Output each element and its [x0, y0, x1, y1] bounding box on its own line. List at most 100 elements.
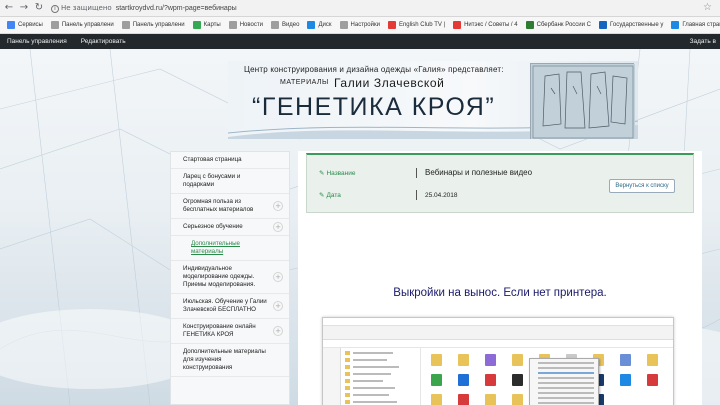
sidebar-item-label: Стартовая страница	[183, 156, 242, 163]
back-to-list-button[interactable]: Вернуться к списку	[609, 179, 675, 193]
bookmark-label: Диск	[318, 22, 332, 28]
screenshot-titlebar	[323, 318, 673, 326]
main-content: ✎ Название Вебинары и полезные видео ✎ Дат…	[298, 151, 702, 405]
sidebar-item[interactable]: Дополнительные материалы	[171, 236, 289, 261]
info-box: ✎ Название Вебинары и полезные видео ✎ Дат…	[306, 153, 694, 213]
forward-arrow-icon[interactable]: →	[18, 2, 30, 14]
star-icon[interactable]: ☆	[703, 2, 712, 13]
plus-icon[interactable]: +	[273, 272, 283, 282]
bookmark-item[interactable]: Панель управлени	[118, 17, 189, 33]
bookmark-item[interactable]: Карты	[189, 17, 225, 33]
sidebar-item[interactable]: Ларец с бонусами и подарками	[171, 169, 289, 194]
bookmark-favicon-icon	[525, 21, 534, 29]
url-text[interactable]: startkroydvd.ru/?wpm-page=вебинары	[116, 5, 237, 12]
bookmark-item[interactable]: Сервисы	[3, 17, 47, 33]
folder-icon	[345, 385, 350, 390]
sidebar-item[interactable]: Июльская. Обучение у Галии Злачевской БЕ…	[171, 294, 289, 319]
address-bar: ← → ↻ i Не защищено startkroydvd.ru/?wpm-…	[0, 0, 720, 17]
file-icon	[485, 354, 496, 366]
banner-materials-label: МАТЕРИАЛЫ	[280, 79, 329, 86]
file-icon	[512, 394, 523, 405]
bookmark-favicon-icon	[228, 21, 237, 29]
banner-title: “ГЕНЕТИКА КРОЯ”	[252, 93, 496, 121]
sidebar-item-label: Индивидуальное моделирование одежды. При…	[183, 265, 256, 288]
pencil-icon: ✎	[319, 191, 325, 199]
folder-icon	[345, 350, 350, 355]
bookmark-favicon-icon	[121, 21, 130, 29]
bookmark-item[interactable]: Настройки	[336, 17, 384, 33]
admin-dashboard-link[interactable]: Панель управления	[0, 38, 74, 45]
reload-icon[interactable]: ↻	[33, 2, 45, 14]
bookmark-item[interactable]: Государственные у	[595, 17, 667, 33]
folder-row	[345, 350, 420, 355]
folder-icon	[345, 357, 350, 362]
sidebar-item[interactable]: Серьезное обучение +	[171, 219, 289, 236]
sidebar-item-label: Конструирование онлайн ГЕНЕТИКА КРОЯ	[183, 323, 256, 338]
info-icon: i	[51, 4, 59, 13]
file-icon	[458, 374, 469, 386]
bookmark-favicon-icon	[192, 21, 201, 29]
bookmark-label: Сбербанк России С	[536, 22, 592, 28]
sidebar-item[interactable]: Стартовая страница	[171, 152, 289, 169]
bookmark-item[interactable]: Видео	[267, 17, 304, 33]
screenshot-addressbar	[323, 340, 673, 348]
folder-row	[345, 371, 420, 376]
bookmark-label: Главная страница	[682, 22, 720, 28]
sidebar-item[interactable]: Конструирование онлайн ГЕНЕТИКА КРОЯ +	[171, 319, 289, 344]
bookmark-label: Сервисы	[18, 22, 43, 28]
admin-edit-link[interactable]: Редактировать	[74, 38, 133, 45]
folder-row	[345, 378, 420, 383]
bookmark-item[interactable]: Панель управлени	[47, 17, 118, 33]
bookmark-favicon-icon	[387, 21, 396, 29]
bookmark-item[interactable]: Нитэкс / Советы / 4	[449, 17, 522, 33]
bookmark-item[interactable]: Диск	[303, 17, 335, 33]
back-arrow-icon[interactable]: ←	[3, 2, 15, 14]
bookmark-favicon-icon	[453, 21, 462, 29]
sidebar-item[interactable]: Дополнительные материалы для изучения ко…	[171, 344, 289, 377]
sidebar-item-label: Ларец с бонусами и подарками	[183, 173, 241, 188]
name-value: Вебинары и полезные видео	[425, 168, 533, 177]
file-icon	[431, 394, 442, 405]
pattern-sketch-image	[530, 63, 635, 139]
sidebar-item-label: Июльская. Обучение у Галии Злачевской БЕ…	[183, 298, 267, 313]
explorer-screenshot	[322, 317, 674, 405]
file-icon	[512, 374, 523, 386]
page: Центр конструирования и дизайна одежды «…	[0, 49, 720, 405]
bookmark-item[interactable]: Новости	[225, 17, 267, 33]
file-icon	[458, 394, 469, 405]
bookmark-favicon-icon	[307, 21, 316, 29]
sidebar-item[interactable]: Огромная польза из бесплатных материалов…	[171, 194, 289, 219]
bookmarks-bar: Сервисы Панель управлени Панель управлени К…	[0, 17, 720, 34]
bookmark-label: Государственные у	[610, 22, 664, 28]
plus-icon[interactable]: +	[273, 326, 283, 336]
bookmark-favicon-icon	[671, 21, 680, 29]
bookmark-item[interactable]: Главная страница	[667, 17, 720, 33]
security-indicator[interactable]: i Не защищено	[51, 4, 112, 13]
plus-icon[interactable]: +	[273, 301, 283, 311]
screenshot-left-strip	[323, 348, 341, 405]
admin-right-link[interactable]: Задать в	[690, 38, 720, 45]
folder-row	[345, 385, 420, 390]
screenshot-ribbon	[323, 326, 673, 340]
sidebar-item[interactable]: Индивидуальное моделирование одежды. При…	[171, 261, 289, 294]
folder-icon	[345, 378, 350, 383]
screenshot-nav-pane	[341, 348, 421, 405]
divider	[416, 168, 417, 178]
bookmark-item[interactable]: Сбербанк России С	[522, 17, 595, 33]
folder-icon	[345, 371, 350, 376]
file-icon	[485, 374, 496, 386]
bookmark-label: English Club TV |	[398, 22, 446, 28]
bookmark-favicon-icon	[339, 21, 348, 29]
file-icon	[458, 354, 469, 366]
file-icon	[647, 374, 658, 386]
file-icon	[620, 354, 631, 366]
screenshot-context-menu	[529, 358, 599, 405]
banner-author: Галии Злачевской	[334, 76, 445, 90]
plus-icon[interactable]: +	[273, 201, 283, 211]
sidebar-item-label: Огромная польза из бесплатных материалов	[183, 198, 254, 213]
bookmark-item[interactable]: English Club TV |	[384, 17, 449, 33]
folder-icon	[345, 399, 350, 404]
plus-icon[interactable]: +	[273, 222, 283, 232]
date-value: 25.04.2018	[425, 192, 458, 199]
date-label: ✎ Дата	[319, 191, 341, 199]
